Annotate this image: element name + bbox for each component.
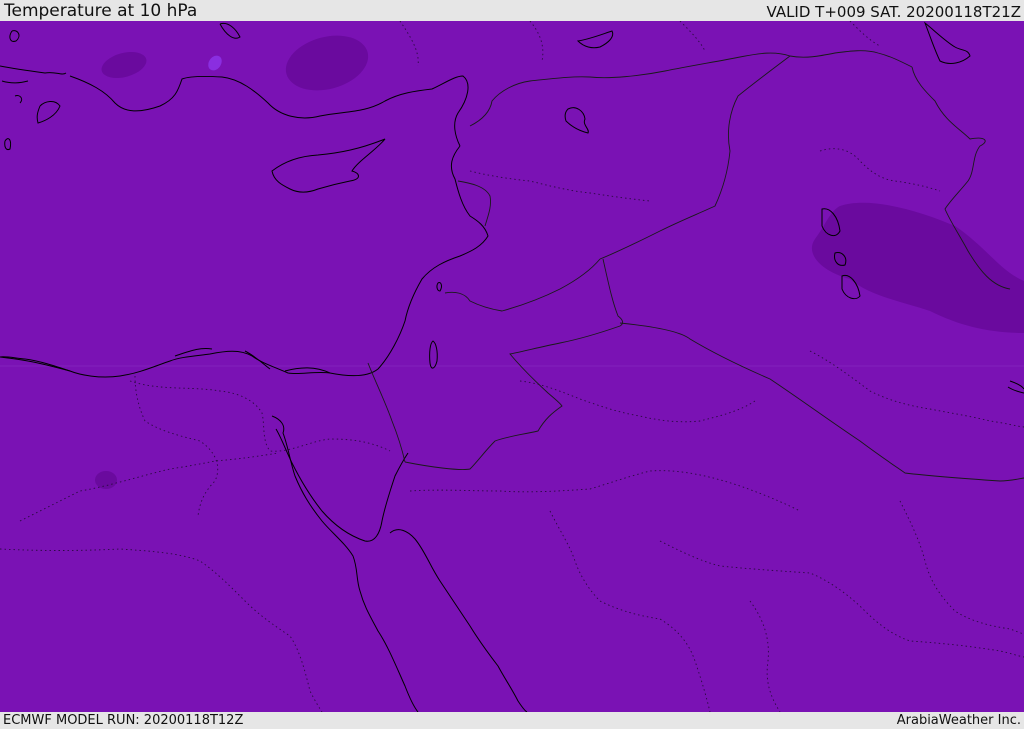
map-area xyxy=(0,21,1024,712)
cold-pocket-libya xyxy=(95,471,117,489)
model-run-label: ECMWF MODEL RUN: 20200118T12Z xyxy=(3,713,244,728)
credit-label: ArabiaWeather Inc. xyxy=(896,713,1021,728)
map-title: Temperature at 10 hPa xyxy=(4,1,198,21)
weather-map-page: Temperature at 10 hPa VALID T+009 SAT. 2… xyxy=(0,0,1024,729)
header-bar: Temperature at 10 hPa VALID T+009 SAT. 2… xyxy=(0,0,1024,21)
valid-time: VALID T+009 SAT. 20200118T21Z xyxy=(766,3,1021,21)
footer-bar: ECMWF MODEL RUN: 20200118T12Z ArabiaWeat… xyxy=(0,712,1024,729)
map-svg xyxy=(0,21,1024,712)
